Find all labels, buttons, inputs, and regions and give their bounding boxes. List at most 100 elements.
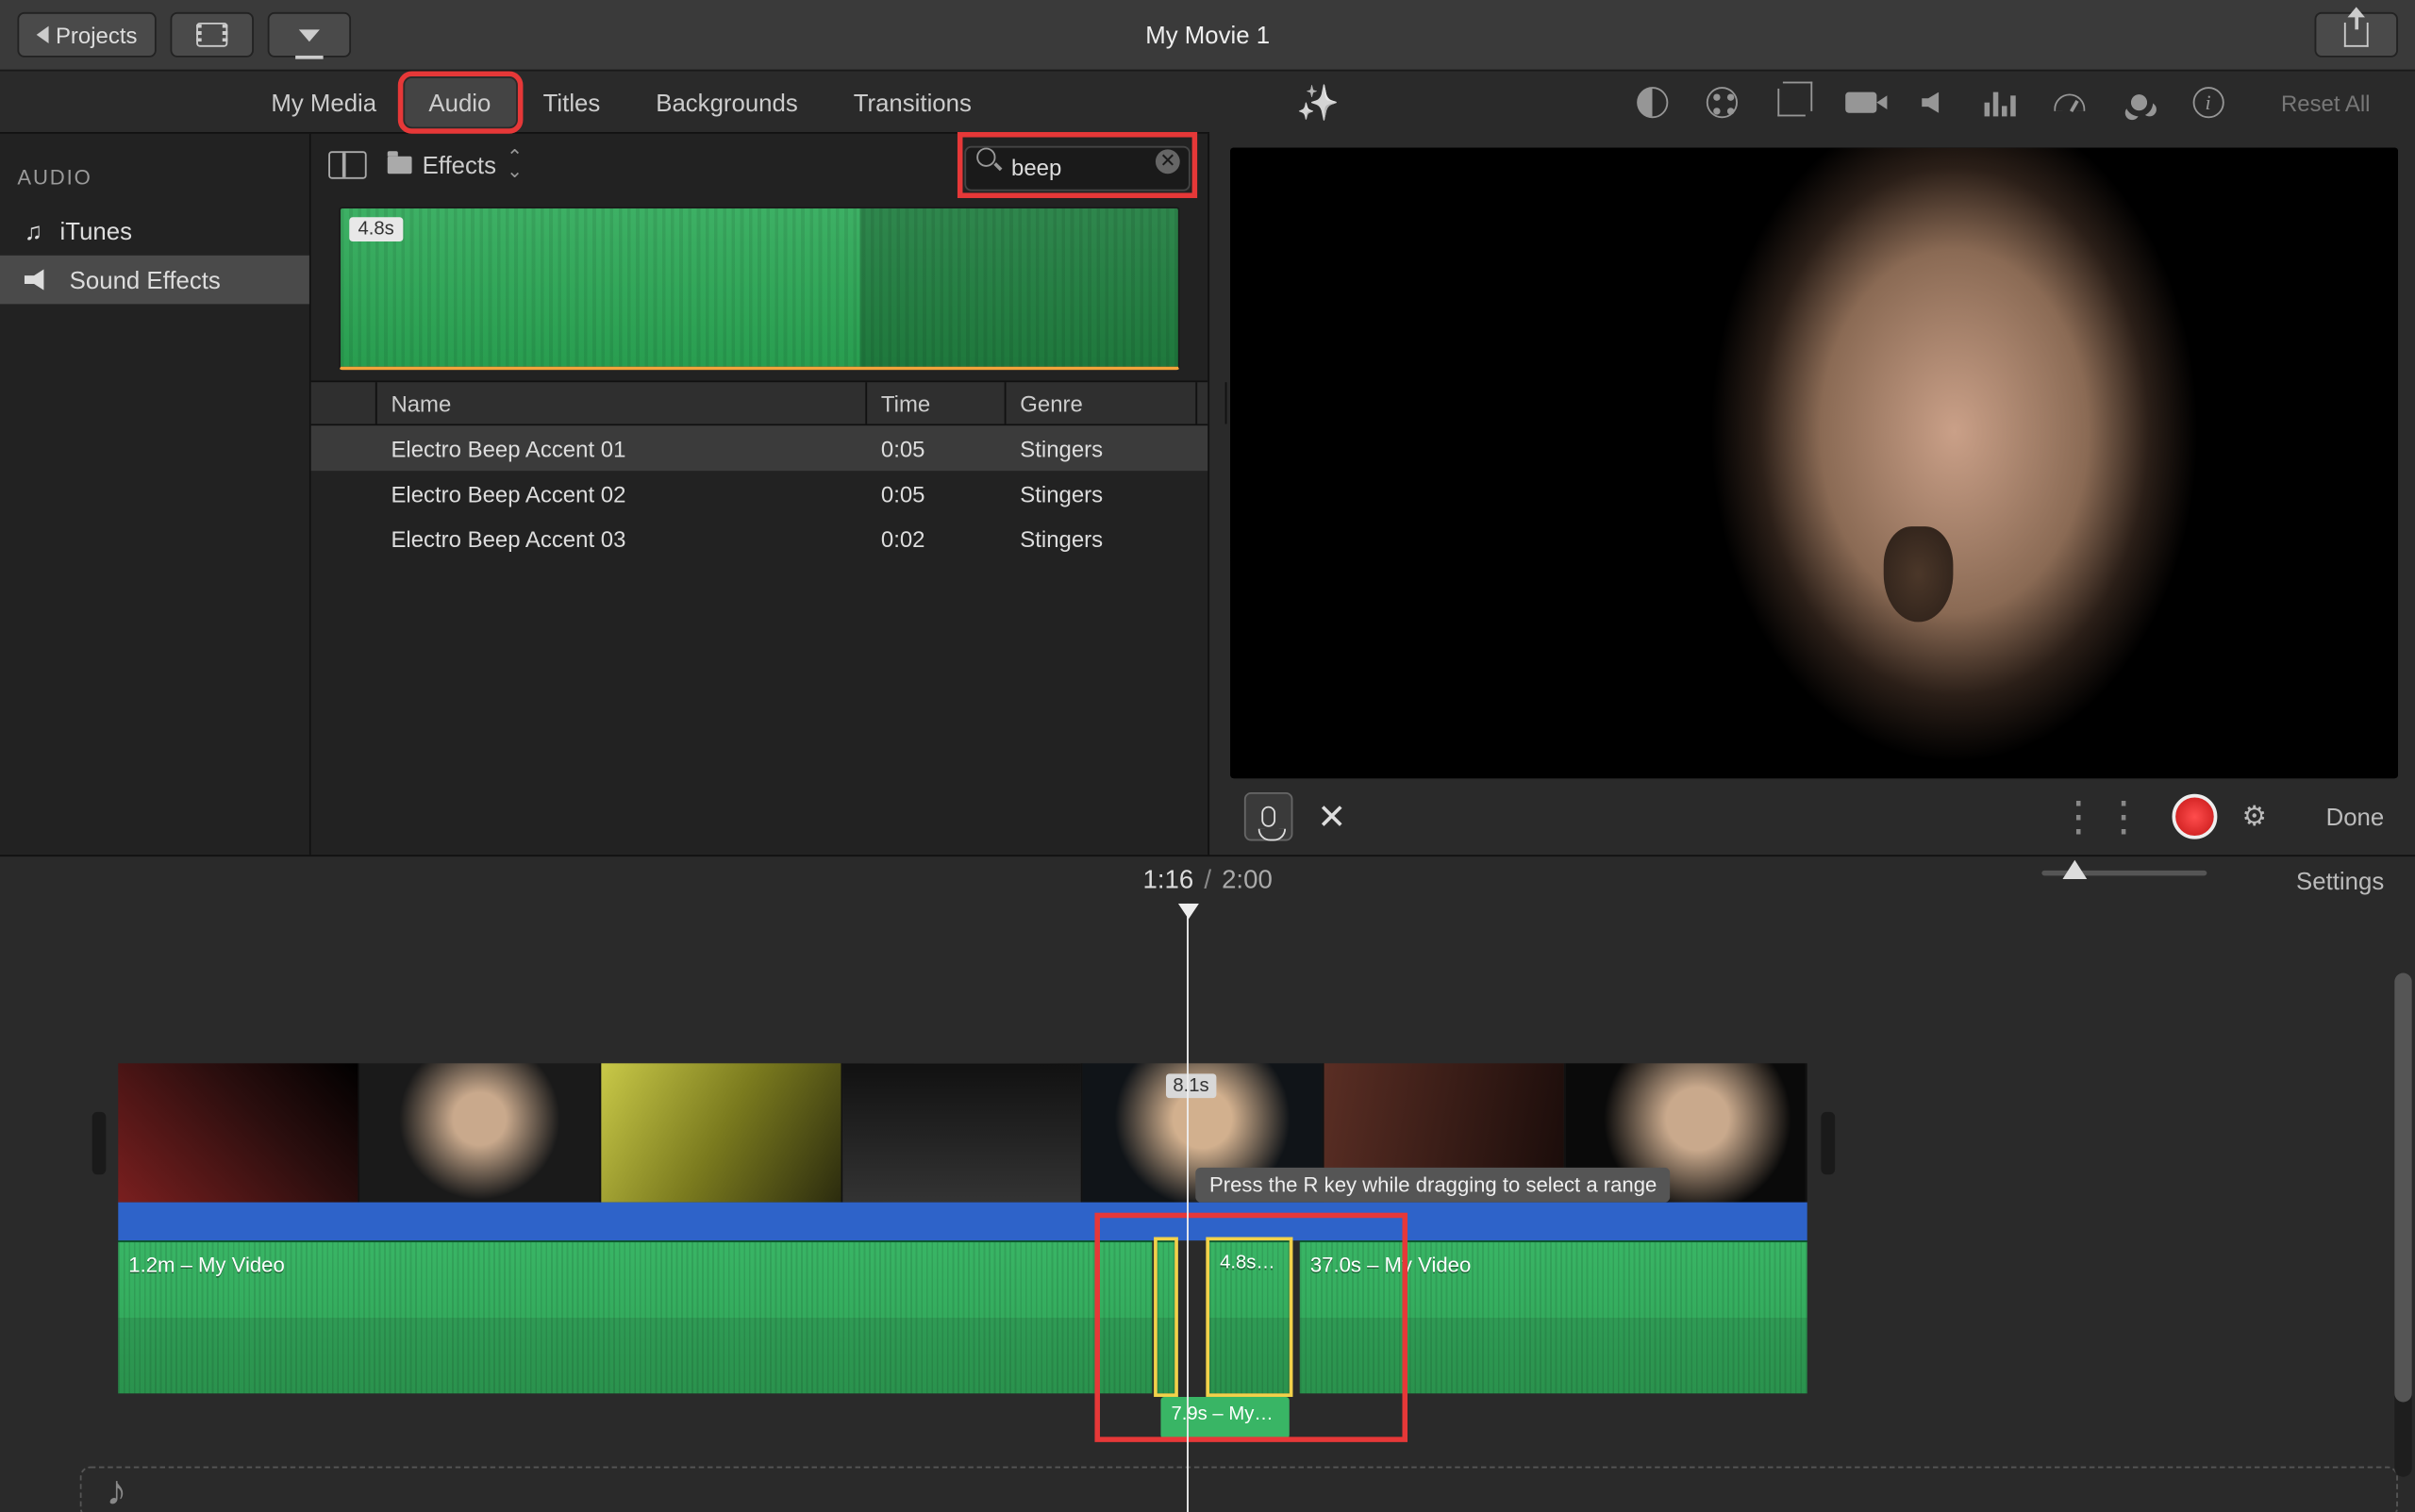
magic-wand-icon[interactable]: ✨ <box>1296 81 1340 125</box>
back-projects-button[interactable]: Projects <box>17 12 156 58</box>
voiceover-bar: ✕ ⋮⋮ ⚙ Done <box>1230 778 2398 855</box>
chevron-updown-icon: ⌃⌄ <box>507 151 523 178</box>
total-duration: 2:00 <box>1222 865 1273 894</box>
color-correction-icon[interactable] <box>1704 85 1739 120</box>
titlebar: Projects My Movie 1 <box>0 0 2415 72</box>
timeline-settings-button[interactable]: Settings <box>2296 866 2384 893</box>
tab-backgrounds[interactable]: Backgrounds <box>628 72 825 132</box>
video-track[interactable]: 8.1s Press the R key while dragging to s… <box>118 1063 1807 1202</box>
audio-sidebar: AUDIO ♫ iTunes Sound Effects <box>0 134 311 855</box>
sidebar-item-sound-effects[interactable]: Sound Effects <box>0 256 309 305</box>
table-row[interactable]: Electro Beep Accent 01 0:05 Stingers <box>311 425 1208 471</box>
done-button[interactable]: Done <box>2326 803 2385 830</box>
playhead[interactable] <box>1187 904 1189 1512</box>
stabilization-icon[interactable] <box>1843 85 1878 120</box>
col-time[interactable]: Time <box>867 382 1006 424</box>
media-import-button[interactable] <box>170 12 253 58</box>
cell-time: 0:05 <box>867 480 1006 507</box>
chevron-left-icon <box>37 26 49 43</box>
layout-toggle-icon[interactable] <box>328 151 367 178</box>
cell-genre: Stingers <box>1007 525 1198 552</box>
audio-clip[interactable]: 37.0s – My Video <box>1300 1240 1807 1393</box>
cell-name: Electro Beep Accent 02 <box>377 480 867 507</box>
download-icon <box>299 28 320 41</box>
sidebar-item-itunes[interactable]: ♫ iTunes <box>0 207 309 256</box>
tab-my-media[interactable]: My Media <box>243 72 405 132</box>
video-thumbnail[interactable] <box>842 1063 1084 1202</box>
playhead-time: 1:16 <box>1142 865 1193 894</box>
voiceover-mic-button[interactable] <box>1244 792 1293 841</box>
cell-name: Electro Beep Accent 01 <box>377 435 867 461</box>
music-note-icon: ♪ <box>106 1468 126 1512</box>
time-separator: / <box>1204 865 1211 894</box>
volume-icon[interactable] <box>1912 85 1947 120</box>
audio-clip-selected[interactable] <box>1158 1240 1174 1393</box>
col-name[interactable]: Name <box>377 382 867 424</box>
back-label: Projects <box>56 22 138 48</box>
video-title-bar[interactable] <box>118 1203 1807 1241</box>
tab-titles[interactable]: Titles <box>515 72 628 132</box>
audio-results-table: Name Time Genre Electro Beep Accent 01 0… <box>311 380 1208 855</box>
reset-all-button[interactable]: Reset All <box>2281 90 2371 116</box>
cell-time: 0:05 <box>867 435 1006 461</box>
video-viewer[interactable] <box>1230 148 2398 779</box>
cancel-voiceover-icon[interactable]: ✕ <box>1317 795 1346 839</box>
col-genre[interactable]: Genre <box>1007 382 1198 424</box>
sidebar-item-label: iTunes <box>60 217 132 244</box>
music-note-icon: ♫ <box>25 217 42 244</box>
preview-pane: ✕ ⋮⋮ ⚙ Done <box>1209 134 2415 855</box>
clip-duration-badge: 8.1s <box>1166 1073 1216 1098</box>
download-button[interactable] <box>268 12 351 58</box>
audio-clip-label: 7.9s – My… <box>1160 1397 1289 1432</box>
info-icon[interactable]: i <box>2190 85 2225 120</box>
search-field-wrap: ✕ <box>964 140 1190 191</box>
cell-time: 0:02 <box>867 525 1006 552</box>
speed-icon[interactable] <box>2052 85 2087 120</box>
tab-audio[interactable]: Audio <box>405 77 516 126</box>
table-header: Name Time Genre <box>311 380 1208 425</box>
video-thumbnail[interactable] <box>601 1063 842 1202</box>
video-frame-image <box>1230 148 2398 779</box>
table-row[interactable]: Electro Beep Accent 03 0:02 Stingers <box>311 516 1208 561</box>
vertical-scrollbar[interactable] <box>2394 973 2411 1477</box>
audio-preview-waveform[interactable]: 4.8s <box>339 207 1180 370</box>
cell-genre: Stingers <box>1007 435 1198 461</box>
range-select-tooltip: Press the R key while dragging to select… <box>1195 1168 1671 1203</box>
timeline[interactable]: 8.1s Press the R key while dragging to s… <box>0 904 2415 1512</box>
video-thumbnail[interactable] <box>118 1063 359 1202</box>
share-icon <box>2344 23 2369 47</box>
tab-transitions[interactable]: Transitions <box>825 72 999 132</box>
share-button[interactable] <box>2315 12 2398 58</box>
sidebar-item-label: Sound Effects <box>70 266 221 293</box>
record-button[interactable] <box>2173 794 2218 839</box>
background-music-well[interactable]: ♪ <box>80 1467 2398 1512</box>
audio-clip-label: 4.8s… <box>1220 1253 1275 1273</box>
audio-clip-label: 1.2m – My Video <box>128 1253 284 1277</box>
effects-icon[interactable] <box>2122 85 2157 120</box>
voiceover-options-icon[interactable]: ⚙ <box>2242 799 2267 834</box>
folder-icon <box>388 157 412 174</box>
preview-toolbar: ✨ i Reset All <box>1209 72 2415 134</box>
noise-eq-icon[interactable] <box>1982 85 2017 120</box>
audio-clip-selected[interactable]: 4.8s… <box>1209 1240 1290 1393</box>
audio-clip[interactable]: 1.2m – My Video <box>118 1240 1152 1393</box>
clip-trim-handle-right[interactable] <box>1821 1112 1835 1174</box>
folder-name: Effects <box>423 151 496 178</box>
timeline-info-bar: 1:16 / 2:00 Settings <box>0 855 2415 904</box>
sidebar-header: AUDIO <box>0 165 309 207</box>
folder-selector[interactable]: Effects ⌃⌄ <box>388 151 523 178</box>
media-tabs: My Media Audio Titles Backgrounds Transi… <box>0 72 1209 134</box>
zoom-slider[interactable] <box>2041 871 2207 876</box>
table-row[interactable]: Electro Beep Accent 02 0:05 Stingers <box>311 471 1208 516</box>
color-balance-icon[interactable] <box>1635 85 1670 120</box>
audio-browser: Effects ⌃⌄ ✕ 4.8s Name Time Genre <box>311 134 1209 855</box>
crop-icon[interactable] <box>1774 85 1808 120</box>
video-thumbnail[interactable] <box>359 1063 601 1202</box>
sound-icon <box>25 270 52 291</box>
clip-trim-handle-left[interactable] <box>92 1112 107 1174</box>
film-icon <box>196 23 227 47</box>
cell-name: Electro Beep Accent 03 <box>377 525 867 552</box>
mic-icon <box>1261 806 1275 827</box>
secondary-audio-clip[interactable]: 7.9s – My… <box>1160 1397 1289 1438</box>
audio-clip-label: 37.0s – My Video <box>1310 1253 1471 1277</box>
